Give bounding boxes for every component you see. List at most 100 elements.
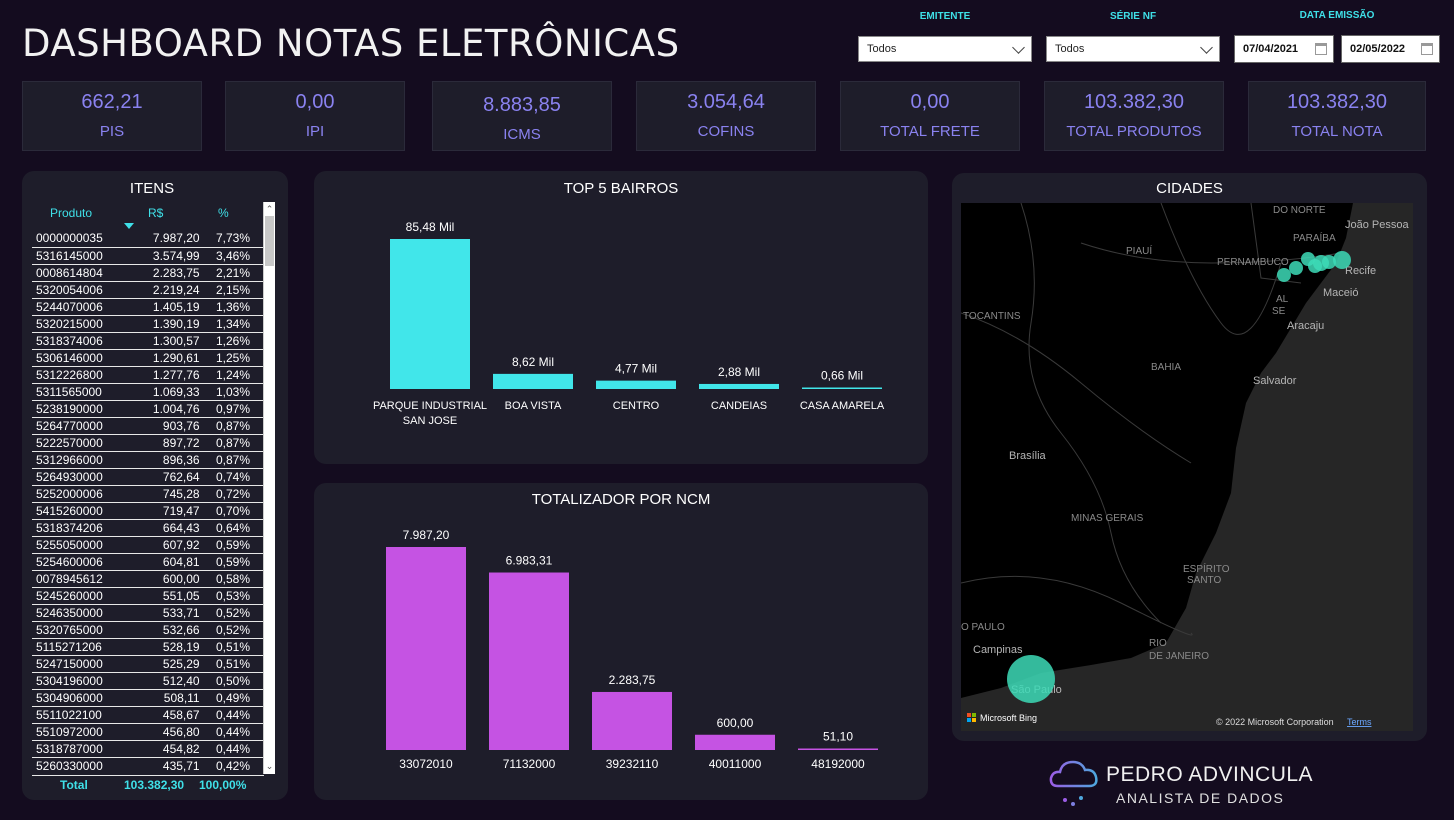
scroll-up-icon[interactable]: ⌃ — [265, 204, 274, 215]
bar-data-label: 7.987,20 — [403, 528, 450, 542]
city-bubble[interactable] — [1289, 261, 1303, 275]
table-row[interactable]: 5238190000 1.004,76 0,97% — [32, 400, 264, 418]
cell-valor: 512,40 — [123, 672, 202, 690]
table-row[interactable]: 5252000006 745,28 0,72% — [32, 485, 264, 503]
items-table-body[interactable]: 0000000035 7.987,20 7,73% 5316145000 3.574,9… — [32, 230, 264, 772]
total-pct: 100,00% — [199, 778, 247, 792]
city-bubble[interactable] — [1277, 268, 1291, 282]
emitente-select[interactable]: Todos — [858, 36, 1032, 62]
kpi-value: 103.382,30 — [1286, 91, 1388, 113]
table-row[interactable]: 5318374006 1.300,57 1,26% — [32, 332, 264, 350]
date-end-input[interactable]: 02/05/2022 — [1341, 35, 1440, 63]
cell-produto: 5238190000 — [32, 400, 124, 418]
table-row[interactable]: 5115271206 528,19 0,51% — [32, 638, 264, 656]
bar[interactable] — [386, 547, 466, 750]
calendar-icon[interactable] — [1315, 43, 1327, 55]
bar[interactable] — [489, 572, 569, 750]
city-bubble[interactable] — [1333, 251, 1351, 269]
bar[interactable] — [596, 380, 676, 389]
cell-valor: 532,66 — [123, 621, 202, 639]
map-terms-link[interactable]: Terms — [1347, 717, 1372, 727]
scrollbar-thumb[interactable] — [265, 216, 274, 266]
brand-logo: PEDRO ADVINCULA ANALISTA DE DADOS — [1048, 758, 1348, 808]
category-label-line: 40011000 — [709, 757, 762, 771]
bar[interactable] — [699, 383, 779, 389]
table-row[interactable]: 5222570000 897,72 0,87% — [32, 434, 264, 452]
map-copyright: © 2022 Microsoft Corporation — [1216, 717, 1334, 727]
cell-produto: 5306146000 — [32, 349, 124, 367]
scroll-down-icon[interactable]: ⌄ — [265, 761, 274, 772]
map-label: ESPÍRITO — [1183, 562, 1230, 575]
date-start-input[interactable]: 07/04/2021 — [1234, 35, 1334, 63]
table-row[interactable]: 5255050000 607,92 0,59% — [32, 536, 264, 554]
table-row[interactable]: 5304196000 512,40 0,50% — [32, 672, 264, 690]
cell-produto: 5260330000 — [32, 757, 124, 772]
table-row[interactable]: 5320215000 1.390,19 1,34% — [32, 315, 264, 333]
kpi-value: 662,21 — [81, 91, 143, 113]
cell-pct: 0,64% — [201, 519, 264, 537]
kpi-label: TOTAL PRODUTOS — [1066, 123, 1202, 140]
cities-map[interactable]: DO NORTE João Pessoa PARAÍBA PIAUÍ PERNA… — [961, 203, 1413, 731]
table-row[interactable]: 5244070006 1.405,19 1,36% — [32, 298, 264, 316]
table-row[interactable]: 0008614804 2.283,75 2,21% — [32, 264, 264, 282]
table-scrollbar[interactable]: ⌃ ⌄ — [263, 202, 275, 774]
cell-produto: 5264770000 — [32, 417, 124, 435]
chevron-down-icon — [1200, 41, 1213, 54]
table-row[interactable]: 5510972000 456,80 0,44% — [32, 723, 264, 741]
bar[interactable] — [592, 691, 672, 750]
cell-produto: 5318374206 — [32, 519, 124, 537]
cell-produto: 5246350000 — [32, 604, 124, 622]
column-header-produto[interactable]: Produto — [50, 206, 92, 220]
table-row[interactable]: 5264930000 762,64 0,74% — [32, 468, 264, 486]
sort-desc-icon[interactable] — [124, 223, 134, 229]
column-header-valor[interactable]: R$ — [148, 206, 163, 220]
cell-produto: 5247150000 — [32, 655, 124, 673]
map-label: SANTO — [1187, 575, 1221, 586]
bar-data-label: 51,10 — [823, 730, 853, 744]
map-label: AL — [1276, 294, 1289, 305]
total-row: Total 103.382,30 100,00% — [32, 775, 264, 792]
map-label: Aracaju — [1287, 320, 1324, 332]
category-label: 39232110 — [606, 757, 659, 771]
table-row[interactable]: 5304906000 508,11 0,49% — [32, 689, 264, 707]
table-row[interactable]: 5264770000 903,76 0,87% — [32, 417, 264, 435]
table-row[interactable]: 5260330000 435,71 0,42% — [32, 757, 264, 772]
cell-pct: 0,59% — [201, 553, 264, 571]
kpi-card-total-produtos: 103.382,30 TOTAL PRODUTOS — [1044, 81, 1224, 151]
table-row[interactable]: 5511022100 458,67 0,44% — [32, 706, 264, 724]
cell-pct: 0,49% — [201, 689, 264, 707]
bar[interactable] — [695, 734, 775, 750]
column-header-pct[interactable]: % — [218, 206, 229, 220]
cell-produto: 5311565000 — [32, 383, 124, 401]
cell-pct: 2,15% — [201, 281, 264, 299]
calendar-icon[interactable] — [1421, 43, 1433, 55]
table-row[interactable]: 0078945612 600,00 0,58% — [32, 570, 264, 588]
table-row[interactable]: 5318787000 454,82 0,44% — [32, 740, 264, 758]
table-row[interactable]: 5245260000 551,05 0,53% — [32, 587, 264, 605]
table-row[interactable]: 5247150000 525,29 0,51% — [32, 655, 264, 673]
bairros-panel: TOP 5 BAIRROS 85,48 Mil PARQUE INDUSTRIAL… — [314, 171, 928, 464]
table-row[interactable]: 5306146000 1.290,61 1,25% — [32, 349, 264, 367]
kpi-card-pis: 662,21 PIS — [22, 81, 202, 151]
cell-valor: 762,64 — [123, 468, 202, 486]
table-row[interactable]: 5311565000 1.069,33 1,03% — [32, 383, 264, 401]
table-row[interactable]: 5246350000 533,71 0,52% — [32, 604, 264, 622]
cell-pct: 1,34% — [201, 315, 264, 333]
table-row[interactable]: 5312966000 896,36 0,87% — [32, 451, 264, 469]
chevron-down-icon — [1012, 41, 1025, 54]
table-row[interactable]: 5320054006 2.219,24 2,15% — [32, 281, 264, 299]
table-row[interactable]: 5415260000 719,47 0,70% — [32, 502, 264, 520]
bar[interactable] — [390, 239, 470, 389]
serie-select[interactable]: Todos — [1046, 36, 1220, 62]
table-row[interactable]: 5254600006 604,81 0,59% — [32, 553, 264, 571]
table-row[interactable]: 5320765000 532,66 0,52% — [32, 621, 264, 639]
table-row[interactable]: 5312226800 1.277,76 1,24% — [32, 366, 264, 384]
table-row[interactable]: 0000000035 7.987,20 7,73% — [32, 230, 264, 248]
bar[interactable] — [493, 373, 573, 389]
map-label: João Pessoa — [1345, 219, 1409, 231]
city-bubble[interactable] — [1007, 655, 1055, 703]
table-row[interactable]: 5318374206 664,43 0,64% — [32, 519, 264, 537]
table-row[interactable]: 5316145000 3.574,99 3,46% — [32, 247, 264, 265]
bar[interactable] — [798, 748, 878, 751]
bar[interactable] — [802, 387, 882, 390]
